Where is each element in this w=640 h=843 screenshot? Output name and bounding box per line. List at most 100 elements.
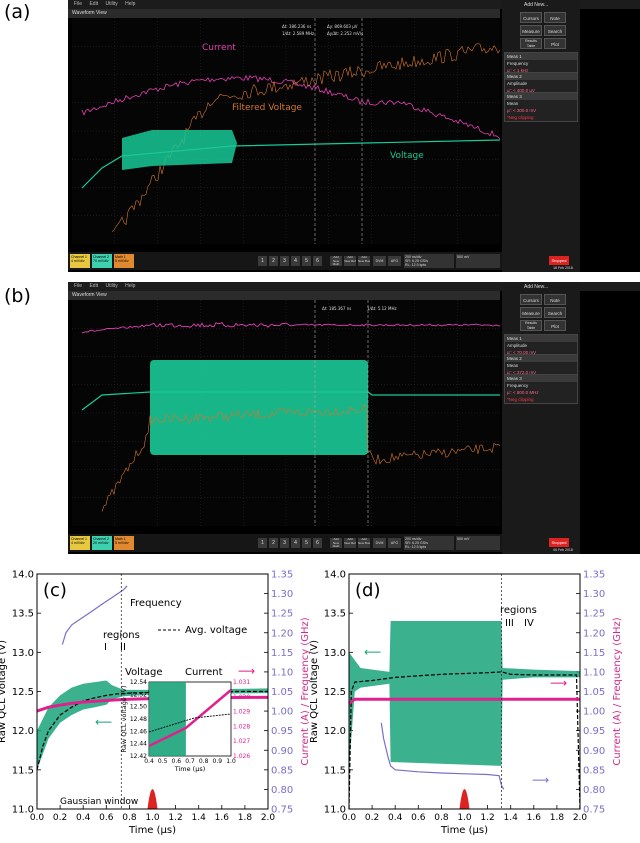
voltage-envelope <box>150 360 368 455</box>
channel-button-2[interactable]: 2 <box>269 256 278 266</box>
channel-2-badge[interactable]: Channel 2 70 mV/div <box>92 254 112 268</box>
y2-tick-label: 1.05 <box>271 687 293 698</box>
math-1-badge[interactable]: Math 15 mV/div <box>114 536 134 550</box>
y-tick-label: 12.5 <box>12 687 34 698</box>
add-math-button[interactable]: Add New Math <box>330 255 342 266</box>
add-ref-button[interactable]: Add New Ref <box>344 255 356 266</box>
datetime: 16 Feb 2018 <box>549 266 577 272</box>
plot-button[interactable]: Plot <box>544 38 566 49</box>
frequency-arrow: ⟶ <box>532 773 549 787</box>
waveform-display[interactable]: Current Filtered Voltage Voltage Δt: 386.23… <box>72 18 501 244</box>
horizontal-settings[interactable]: 200 ns/div SR: 6.25 GS/s RL: 12.5 kpts <box>404 254 454 268</box>
channel-button-5[interactable]: 5 <box>302 538 311 548</box>
y2-tick-label: 1.10 <box>271 667 293 678</box>
voltage-envelope <box>122 130 237 170</box>
meas-status: *Neg clipping <box>507 115 534 120</box>
cursor-readout: 1/Δt: 2.589 MHz <box>282 31 314 36</box>
channel-2-badge[interactable]: Channel 2 20 mV/div <box>92 536 112 550</box>
inset-x-axis-label: Time (µs) <box>174 765 206 773</box>
afg-button[interactable]: AFG <box>388 538 401 548</box>
inset-voltage-band <box>149 682 186 756</box>
meas-title: Meas 3 <box>505 375 577 382</box>
inset-y2-tick-label: 1.027 <box>233 738 250 745</box>
search-button[interactable]: Search <box>544 307 566 318</box>
cursor-readout: Δy: 869.603 µV <box>327 24 358 29</box>
oscilloscope-screen-b: File Edit Utility Help Waveform View Δt:… <box>68 282 640 554</box>
cursors-button[interactable]: Cursors <box>520 294 542 305</box>
add-math-button[interactable]: Add New Math <box>330 537 342 548</box>
menu-file[interactable]: File <box>74 283 82 289</box>
channel-1-badge[interactable]: Channel 14 mV/div <box>70 536 90 550</box>
meas-title: Meas 1 <box>505 335 577 342</box>
cursors-button[interactable]: Cursors <box>520 12 542 23</box>
channel-button-3[interactable]: 3 <box>280 256 289 266</box>
channel-button-2[interactable]: 2 <box>269 538 278 548</box>
inset-x-tick-label: 0.8 <box>199 758 209 765</box>
inset-y-tick-label: 12.50 <box>130 704 147 711</box>
inset-y2-tick-label: 1.029 <box>233 709 250 716</box>
channel-1-badge[interactable]: Channel 14 mV/div <box>70 254 90 268</box>
x-tick-label: 1.0 <box>457 813 472 823</box>
channel-button-4[interactable]: 4 <box>291 256 300 266</box>
measure-button[interactable]: Measure <box>520 307 542 318</box>
menu-edit[interactable]: Edit <box>89 1 98 7</box>
measurement-3[interactable]: Meas 3 Frequency µ': < 800.0 MHz *Neg cl… <box>504 374 578 404</box>
meas-label: Frequency <box>507 383 529 388</box>
inset-y-tick-label: 12.54 <box>130 679 147 686</box>
menu-file[interactable]: File <box>74 1 82 7</box>
y-axis-label: Raw QCL voltage (V) <box>0 640 8 743</box>
menu-help[interactable]: Help <box>125 283 135 289</box>
inset-x-tick-label: 0.5 <box>158 758 168 765</box>
meas-status: *Neg clipping <box>507 397 534 402</box>
channel-button-3[interactable]: 3 <box>280 538 289 548</box>
results-table-button[interactable]: Results Table <box>520 320 542 331</box>
menu-utility[interactable]: Utility <box>105 283 117 289</box>
trigger-settings[interactable]: 500 mV <box>456 254 500 268</box>
y2-tick-label: 0.85 <box>271 765 293 776</box>
panel-label: (c) <box>43 580 67 601</box>
channel-button-1[interactable]: 1 <box>258 538 267 548</box>
menu-edit[interactable]: Edit <box>89 283 98 289</box>
annotation-current: Current <box>185 667 223 678</box>
add-new-label: Add New... <box>524 2 549 8</box>
search-button[interactable]: Search <box>544 25 566 36</box>
y2-tick-label: 1.10 <box>583 667 605 678</box>
y2-tick-label: 1.15 <box>271 648 293 659</box>
afg-button[interactable]: AFG <box>388 256 401 266</box>
stopped-button[interactable]: Stopped <box>549 256 569 265</box>
inset-y-tick-label: 12.42 <box>130 753 147 760</box>
note-button[interactable]: Note <box>544 294 566 305</box>
waveform-display[interactable]: Δt: 185.367 ns 1/Δt: 5.12 MHz <box>72 300 501 526</box>
menu-utility[interactable]: Utility <box>105 1 117 7</box>
dvm-button[interactable]: DVM <box>373 538 386 548</box>
measurement-3[interactable]: Meas 3 Mean µ': < 300.0 mV *Neg clipping <box>504 92 578 122</box>
filtered-voltage-label: Filtered Voltage <box>232 103 302 113</box>
channel-button-4[interactable]: 4 <box>291 538 300 548</box>
x-tick-label: 1.4 <box>504 813 519 823</box>
y2-tick-label: 1.05 <box>583 687 605 698</box>
plot-button[interactable]: Plot <box>544 320 566 331</box>
inset-y-tick-label: 12.52 <box>130 691 147 698</box>
y2-tick-label: 0.90 <box>271 746 293 757</box>
add-bus-button[interactable]: Add New Bus <box>358 537 370 548</box>
stopped-button[interactable]: Stopped <box>549 538 569 547</box>
meas-label: Amplitude <box>507 343 528 348</box>
math-1-badge[interactable]: Math 15 mV/div <box>114 254 134 268</box>
x-tick-label: 1.2 <box>480 813 494 823</box>
y-tick-label: 13.5 <box>12 609 34 620</box>
x-tick-label: 0.8 <box>122 813 137 823</box>
add-bus-button[interactable]: Add New Bus <box>358 255 370 266</box>
add-ref-button[interactable]: Add New Ref <box>344 537 356 548</box>
dvm-button[interactable]: DVM <box>373 256 386 266</box>
menu-help[interactable]: Help <box>125 1 135 7</box>
channel-button-1[interactable]: 1 <box>258 256 267 266</box>
measure-button[interactable]: Measure <box>520 25 542 36</box>
results-table-button[interactable]: Results Table <box>520 38 542 49</box>
horizontal-settings[interactable]: 200 ns/div SR: 6.25 GS/s RL: 12.5 kpts <box>404 536 454 550</box>
channel-button-6[interactable]: 6 <box>313 256 322 266</box>
trigger-settings[interactable]: 500 mV <box>456 536 500 550</box>
note-button[interactable]: Note <box>544 12 566 23</box>
channel-button-6[interactable]: 6 <box>313 538 322 548</box>
plots-cd: 0.0 0.2 0.4 0.6 0.8 1.0 1.2 1.4 1.6 1.8 2.011.011.… <box>0 570 623 837</box>
channel-button-5[interactable]: 5 <box>302 256 311 266</box>
